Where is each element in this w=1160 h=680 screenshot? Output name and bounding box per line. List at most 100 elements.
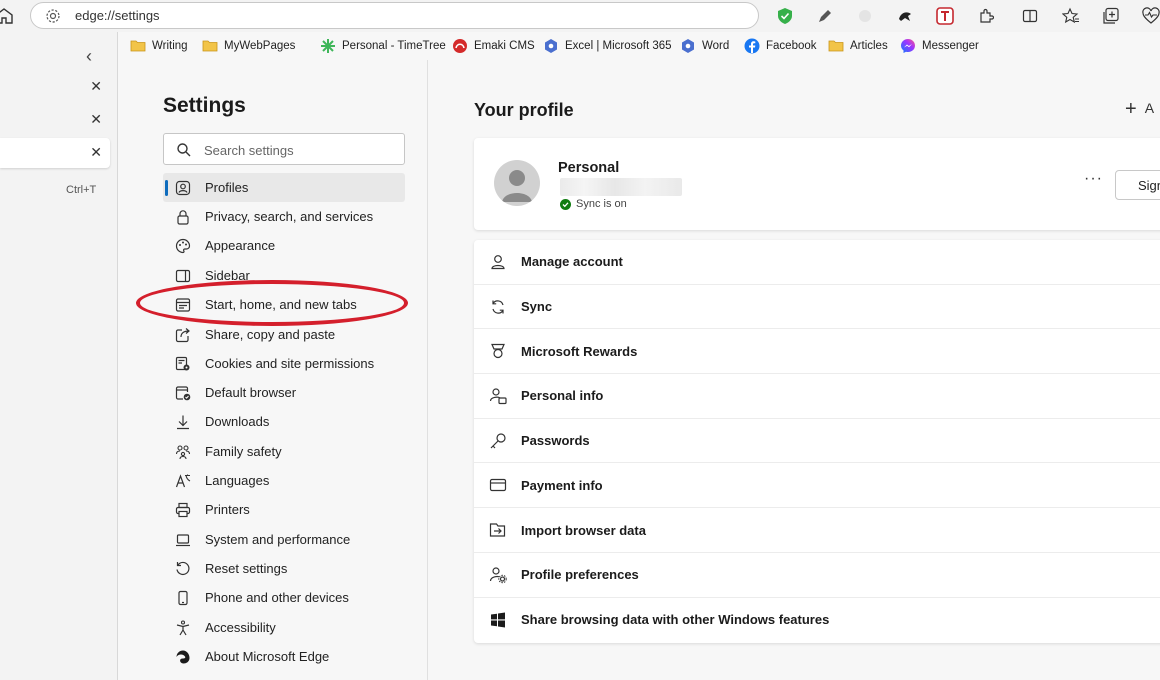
nav-item-family-safety[interactable]: Family safety — [163, 437, 405, 466]
sync-status: Sync is on — [560, 198, 627, 210]
download-icon — [175, 414, 191, 430]
import-icon — [489, 521, 507, 539]
nav-item-share-copy-paste[interactable]: Share, copy and paste — [163, 320, 405, 349]
sidebar-icon — [175, 268, 191, 284]
rewards-icon — [489, 342, 507, 360]
palette-icon — [175, 238, 191, 254]
search-box[interactable] — [163, 133, 405, 165]
nav-item-languages[interactable]: Languages — [163, 466, 405, 495]
tab-row[interactable]: ✕ — [0, 72, 110, 102]
browser-icon — [175, 385, 191, 401]
bookmark-messenger[interactable]: Messenger — [900, 37, 979, 55]
nav-item-privacy[interactable]: Privacy, search, and services — [163, 202, 405, 231]
nav-item-default-browser[interactable]: Default browser — [163, 378, 405, 407]
folder-icon — [828, 38, 844, 54]
more-options-button[interactable]: ··· — [1084, 170, 1103, 188]
person-icon — [489, 253, 507, 271]
chevron-left-icon[interactable]: ‹ — [86, 46, 92, 67]
nav-item-reset-settings[interactable]: Reset settings — [163, 554, 405, 583]
add-profile-button[interactable]: + A — [1125, 98, 1154, 121]
profile-prefs-icon — [489, 566, 507, 584]
nav-item-downloads[interactable]: Downloads — [163, 407, 405, 436]
extension-bird-icon[interactable] — [895, 6, 915, 26]
folder-icon — [130, 38, 146, 54]
bookmark-word[interactable]: Word — [680, 37, 729, 55]
browser-toolbar: edge://settings — [0, 0, 1160, 32]
profile-settings-list: Manage account Sync Microsoft Rewards Pe… — [474, 240, 1160, 643]
excel-icon — [543, 38, 559, 54]
search-input[interactable] — [204, 140, 394, 160]
bookmark-emaki[interactable]: Emaki CMS — [452, 37, 535, 55]
row-import-browser-data[interactable]: Import browser data — [474, 508, 1160, 553]
nav-item-phone-devices[interactable]: Phone and other devices — [163, 583, 405, 612]
nav-item-about-edge[interactable]: About Microsoft Edge — [163, 642, 405, 671]
nav-item-cookies[interactable]: Cookies and site permissions — [163, 349, 405, 378]
nav-item-accessibility[interactable]: Accessibility — [163, 613, 405, 642]
settings-main: Your profile + A Personal Sync is on ··· … — [429, 60, 1160, 680]
nav-item-start-home-tabs[interactable]: Start, home, and new tabs — [163, 290, 405, 319]
home-tabs-icon — [175, 297, 191, 313]
bookmark-writing[interactable]: Writing — [130, 37, 188, 55]
collections-icon[interactable] — [1101, 6, 1121, 26]
row-manage-account[interactable]: Manage account — [474, 240, 1160, 285]
page-title: Your profile — [474, 100, 574, 120]
plus-icon: + — [1125, 98, 1137, 120]
bookmark-facebook[interactable]: Facebook — [744, 37, 817, 55]
pen-icon[interactable] — [815, 6, 835, 26]
search-icon — [176, 142, 192, 158]
gear-icon — [45, 8, 61, 24]
reset-icon — [175, 561, 191, 577]
row-microsoft-rewards[interactable]: Microsoft Rewards — [474, 329, 1160, 375]
email-redacted — [560, 178, 682, 196]
word-icon — [680, 38, 696, 54]
nav-item-system-performance[interactable]: System and performance — [163, 525, 405, 554]
windows-icon — [489, 611, 507, 629]
close-icon[interactable]: ✕ — [90, 144, 102, 161]
heartbeat-icon[interactable] — [1141, 6, 1160, 26]
row-payment-info[interactable]: Payment info — [474, 464, 1160, 509]
favorites-icon[interactable] — [1061, 6, 1081, 26]
emaki-icon — [452, 38, 468, 54]
row-personal-info[interactable]: Personal info — [474, 374, 1160, 419]
bookmark-articles[interactable]: Articles — [828, 37, 888, 55]
timetree-icon — [320, 38, 336, 54]
extension-t-icon[interactable] — [935, 6, 955, 26]
nav-item-profiles[interactable]: Profiles — [163, 173, 405, 202]
bookmark-mywebpages[interactable]: MyWebPages — [202, 37, 295, 55]
check-circle-icon — [560, 198, 571, 210]
extension-faded-icon[interactable] — [855, 6, 875, 26]
home-icon[interactable] — [0, 6, 14, 26]
bookmark-timetree[interactable]: Personal - TimeTree — [320, 37, 446, 55]
tab-row[interactable]: ✕ — [0, 105, 110, 135]
avatar[interactable] — [494, 160, 540, 206]
nav-item-printers[interactable]: Printers — [163, 495, 405, 524]
close-icon[interactable]: ✕ — [90, 78, 102, 95]
nav-item-sidebar[interactable]: Sidebar — [163, 261, 405, 290]
key-icon — [489, 432, 507, 450]
phone-icon — [175, 590, 191, 606]
split-screen-icon[interactable] — [1020, 6, 1040, 26]
shield-icon[interactable] — [775, 6, 795, 26]
sync-icon — [489, 298, 507, 316]
printer-icon — [175, 502, 191, 518]
extensions-icon[interactable] — [976, 6, 996, 26]
row-profile-preferences[interactable]: Profile preferences — [474, 553, 1160, 598]
card-icon — [489, 476, 507, 494]
personal-info-icon — [489, 387, 507, 405]
tab-row-active[interactable]: ✕ — [0, 138, 110, 168]
row-passwords[interactable]: Passwords — [474, 419, 1160, 464]
address-bar[interactable]: edge://settings — [30, 2, 759, 29]
profile-icon — [175, 180, 191, 196]
row-sync[interactable]: Sync — [474, 285, 1160, 330]
close-icon[interactable]: ✕ — [90, 111, 102, 128]
row-share-browsing-data[interactable]: Share browsing data with other Windows f… — [474, 598, 1160, 643]
address-url: edge://settings — [75, 8, 160, 23]
new-tab-shortcut: Ctrl+T — [66, 184, 97, 196]
nav-item-appearance[interactable]: Appearance — [163, 231, 405, 260]
vertical-tabs-panel: ‹ ✕ ✕ ✕ Ctrl+T — [0, 32, 118, 680]
edge-icon — [175, 649, 191, 665]
cookies-icon — [175, 356, 191, 372]
sign-out-button[interactable]: Sign — [1115, 170, 1160, 200]
bookmark-excel[interactable]: Excel | Microsoft 365 — [543, 37, 672, 55]
family-icon — [175, 444, 191, 460]
